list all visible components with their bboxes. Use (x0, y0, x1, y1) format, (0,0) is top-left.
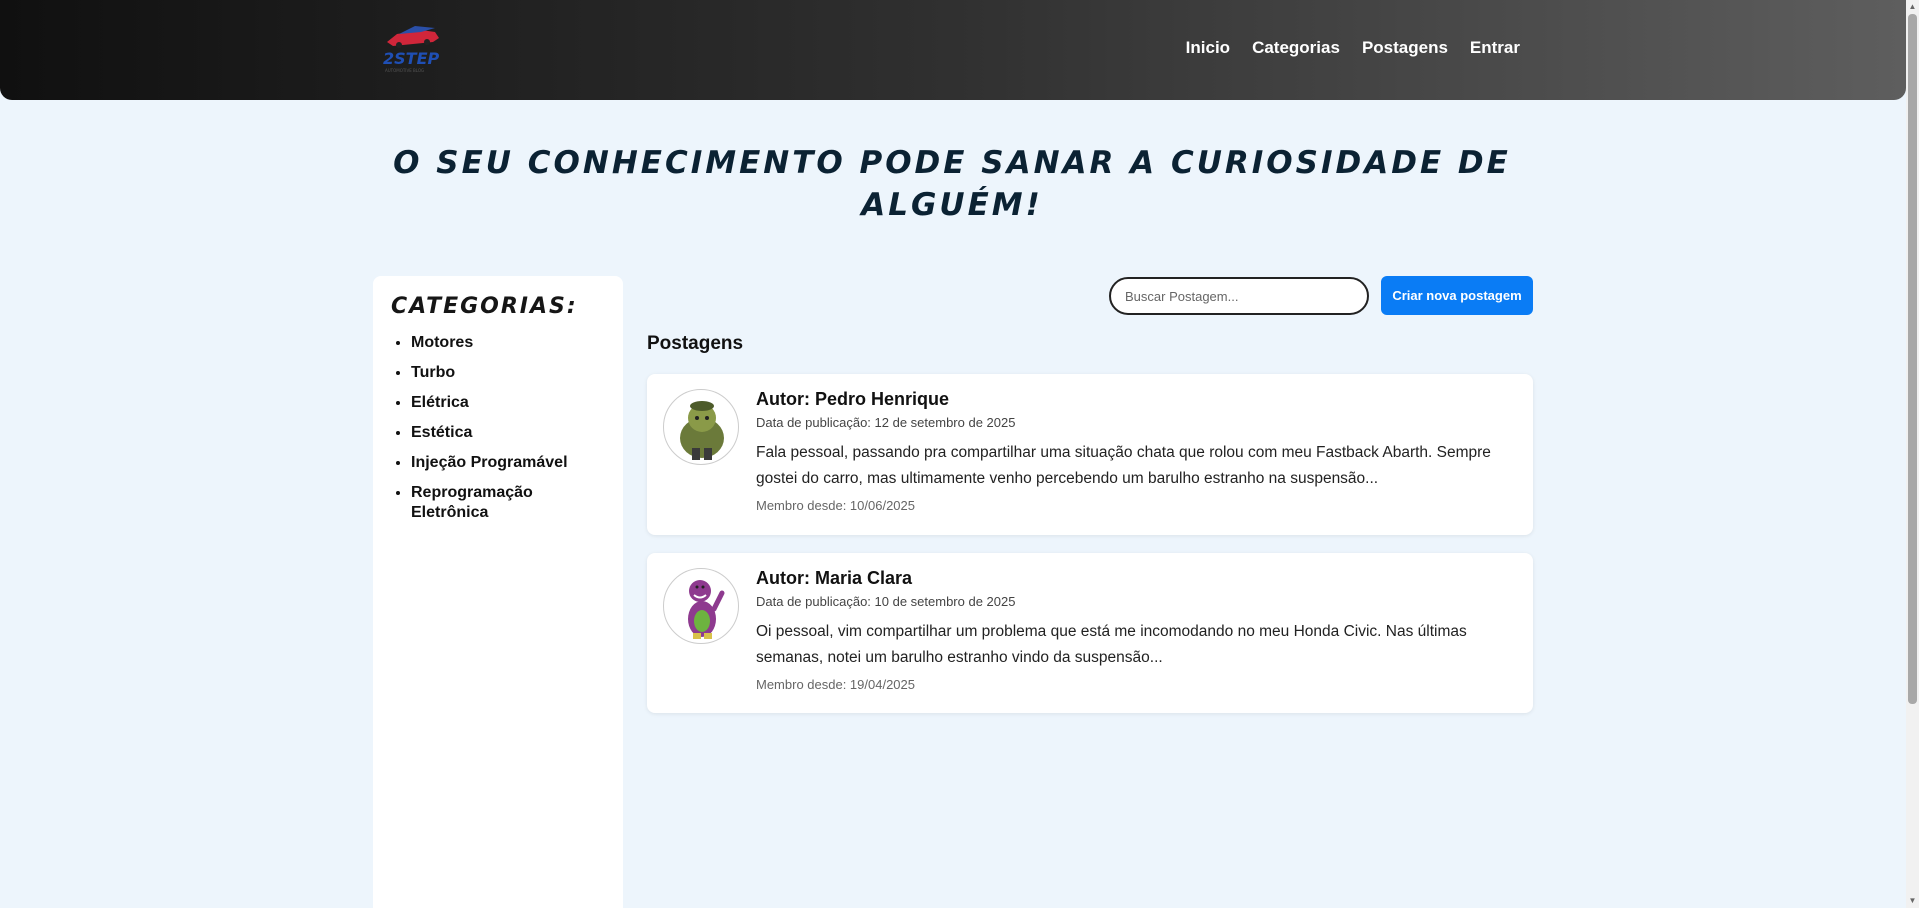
scroll-down-icon[interactable]: ▼ (1908, 896, 1917, 906)
nav-postagens-link[interactable]: Postagens (1362, 38, 1448, 58)
post-excerpt: Oi pessoal, vim compartilhar um problema… (756, 623, 1467, 666)
categories-list: Motores Turbo Elétrica Estética Injeção … (391, 333, 605, 523)
member-since: Membro desde: 19/04/2025 (756, 677, 915, 692)
scrollbar-thumb[interactable] (1908, 14, 1917, 704)
nav-entrar-link[interactable]: Entrar (1470, 38, 1520, 58)
post-date: Data de publicação: 12 de setembro de 20… (756, 415, 1016, 430)
ogre-avatar-icon (680, 401, 724, 460)
category-reprogramacao-eletronica[interactable]: Reprogramação Eletrônica (411, 483, 605, 523)
avatar (663, 389, 739, 465)
category-estetica[interactable]: Estética (411, 423, 605, 443)
category-motores[interactable]: Motores (411, 333, 605, 353)
dinosaur-avatar-icon (688, 580, 725, 639)
member-since: Membro desde: 10/06/2025 (756, 498, 915, 513)
category-turbo[interactable]: Turbo (411, 363, 605, 383)
categories-sidebar: Categorias: Motores Turbo Elétrica Estét… (373, 276, 623, 908)
sidebar-title: Categorias: (391, 294, 578, 319)
logo-text: 2STEP (383, 49, 440, 68)
post-author[interactable]: Autor: Pedro Henrique (756, 389, 1517, 410)
search-input[interactable] (1109, 277, 1369, 315)
hero-title: O seu conhecimento pode sanar a curiosid… (393, 145, 1511, 223)
avatar (663, 568, 739, 644)
top-navbar: 2STEP AUTOMOTIVE BLOG Inicio Categorias … (0, 0, 1906, 100)
post-date: Data de publicação: 10 de setembro de 20… (756, 594, 1016, 609)
scrollbar[interactable]: ▲ ▼ (1906, 0, 1919, 908)
logo-subtext: AUTOMOTIVE BLOG (385, 68, 424, 73)
post-excerpt: Fala pessoal, passando pra compartilhar … (756, 444, 1491, 487)
category-eletrica[interactable]: Elétrica (411, 393, 605, 413)
main-nav: Inicio Categorias Postagens Entrar (1186, 38, 1520, 58)
site-logo[interactable]: 2STEP AUTOMOTIVE BLOG (381, 24, 441, 76)
post-card[interactable]: Autor: Maria Clara Data de publicação: 1… (647, 553, 1533, 713)
post-author[interactable]: Autor: Maria Clara (756, 568, 1517, 589)
scroll-up-icon[interactable]: ▲ (1908, 2, 1917, 12)
nav-categorias-link[interactable]: Categorias (1252, 38, 1340, 58)
category-injecao-programavel[interactable]: Injeção Programável (411, 453, 605, 473)
posts-section-title: Postagens (647, 333, 744, 354)
nav-inicio-link[interactable]: Inicio (1186, 38, 1230, 58)
post-card[interactable]: Autor: Pedro Henrique Data de publicação… (647, 374, 1533, 535)
logo-car-icon: 2STEP AUTOMOTIVE BLOG (383, 26, 440, 73)
new-post-button[interactable]: Criar nova postagem (1381, 276, 1533, 315)
